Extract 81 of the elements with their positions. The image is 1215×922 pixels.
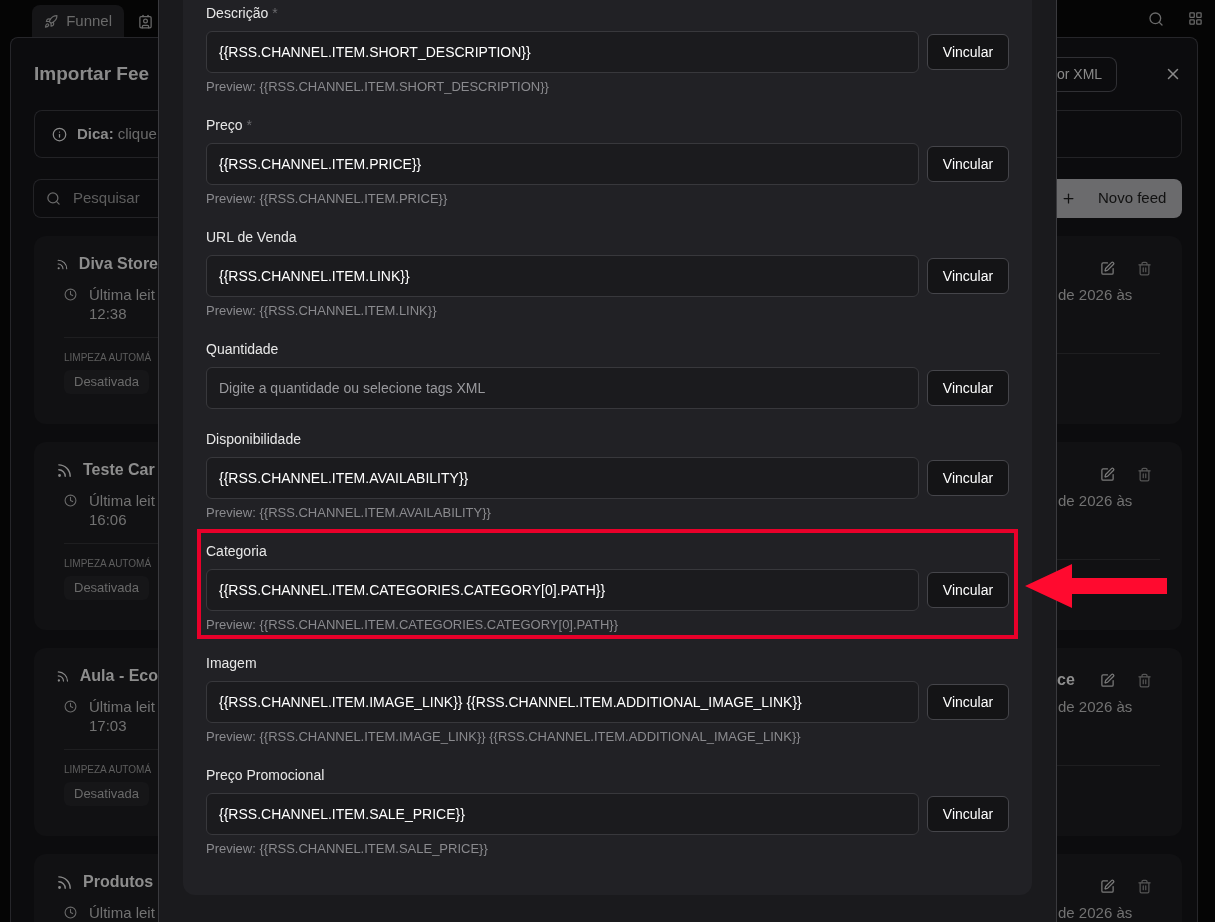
new-feed-button[interactable]: Novo feed <box>1057 179 1182 218</box>
mapping-input[interactable]: {{RSS.CHANNEL.ITEM.AVAILABILITY}} <box>206 457 919 499</box>
last-read-time: 12:38 <box>89 304 128 323</box>
feed-title: Teste Car <box>83 460 155 480</box>
plus-icon <box>1061 191 1076 206</box>
preview-text: Preview: {{RSS.CHANNEL.ITEM.PRICE}} <box>206 190 449 207</box>
field-label: Imagem <box>206 653 257 673</box>
last-read-date: de 2026 às <box>1057 491 1134 511</box>
feed-icon <box>56 873 73 891</box>
mapping-input[interactable]: {{RSS.CHANNEL.ITEM.IMAGE_LINK}} {{RSS.CHANNEL.ITEM.ADDITIONAL_IMAGE_LINK}} <box>206 681 919 723</box>
preview-text: Preview: {{RSS.CHANNEL.ITEM.AVAILABILITY}} <box>206 504 492 521</box>
field-label: URL de Venda <box>206 227 297 247</box>
preview-text: Preview: {{RSS.CHANNEL.ITEM.IMAGE_LINK}} {{RSS.CHANNEL.ITEM.ADDITIONAL_IMAGE_LINK}} <box>206 728 802 745</box>
feed-icon <box>56 461 73 479</box>
clock-icon <box>64 906 77 919</box>
last-read-text: Última leit <box>89 697 155 716</box>
required-marker: * <box>272 3 278 23</box>
clock-icon <box>64 700 77 713</box>
edit-icon[interactable] <box>1100 878 1115 894</box>
search-icon <box>46 191 61 206</box>
preview-text: Preview: {{RSS.CHANNEL.ITEM.CATEGORIES.CATEGORY[0].PATH}} <box>206 616 619 633</box>
mapping-input[interactable]: {{RSS.CHANNEL.ITEM.SHORT_DESCRIPTION}} <box>206 31 919 73</box>
field-label: Preço Promocional <box>206 765 325 785</box>
field-label: Categoria <box>206 541 267 561</box>
cleanup-label: LIMPEZA AUTOMÁ <box>64 556 153 571</box>
link-button[interactable]: Vincular <box>927 370 1009 406</box>
xml-button[interactable]: or XML <box>1057 56 1117 92</box>
last-read-time: 17:03 <box>89 716 128 735</box>
link-button[interactable]: Vincular <box>927 572 1009 608</box>
search-icon[interactable] <box>1148 10 1164 27</box>
mapping-input[interactable]: {{RSS.CHANNEL.ITEM.PRICE}} <box>206 143 919 185</box>
feed-title: Produtos <box>83 872 154 892</box>
delete-icon[interactable] <box>1137 672 1152 688</box>
last-read-time: 16:06 <box>89 510 128 529</box>
clock-icon <box>64 288 77 301</box>
preview-text: Preview: {{RSS.CHANNEL.ITEM.SALE_PRICE}} <box>206 840 489 857</box>
field-label: Disponibilidade <box>206 429 301 449</box>
link-button[interactable]: Vincular <box>927 258 1009 294</box>
cleanup-status: Desativada <box>64 782 150 806</box>
apps-icon[interactable] <box>1188 11 1203 26</box>
mapping-input[interactable]: {{RSS.CHANNEL.ITEM.CATEGORIES.CATEGORY[0].PATH}} <box>206 569 919 611</box>
tip-text: clique <box>117 123 157 144</box>
cleanup-label: LIMPEZA AUTOMÁ <box>64 350 153 365</box>
field-label: Descrição <box>206 3 269 23</box>
last-read-text: Última leit <box>89 491 155 510</box>
link-button[interactable]: Vincular <box>927 146 1009 182</box>
preview-text: Preview: {{RSS.CHANNEL.ITEM.LINK}} <box>206 302 438 319</box>
last-read-date: de 2026 às <box>1057 903 1134 922</box>
clock-icon <box>64 494 77 507</box>
tip-label: Dica: <box>77 123 114 144</box>
mapping-input[interactable]: {{RSS.CHANNEL.ITEM.LINK}} <box>206 255 919 297</box>
preview-text: Preview: {{RSS.CHANNEL.ITEM.SHORT_DESCRIPTION}} <box>206 78 550 95</box>
feed-title: ce <box>1057 670 1075 690</box>
feed-title: Aula - Eco <box>79 666 158 686</box>
delete-icon[interactable] <box>1137 878 1152 894</box>
link-button[interactable]: Vincular <box>927 460 1009 496</box>
delete-icon[interactable] <box>1137 260 1152 276</box>
contact-icon[interactable] <box>138 14 153 29</box>
edit-icon[interactable] <box>1100 466 1115 482</box>
last-read-text: Última leit <box>89 903 155 922</box>
field-label: Preço <box>206 115 243 135</box>
edit-icon[interactable] <box>1100 260 1115 276</box>
cleanup-status: Desativada <box>64 370 150 394</box>
link-button[interactable]: Vincular <box>927 796 1009 832</box>
rocket-icon <box>44 13 59 29</box>
field-label: Quantidade <box>206 339 279 359</box>
required-marker: * <box>246 115 253 135</box>
info-icon <box>52 126 67 142</box>
last-read-text: Última leit <box>89 285 155 304</box>
link-button[interactable]: Vincular <box>927 34 1009 70</box>
last-read-date: de 2026 às <box>1057 697 1134 717</box>
edit-icon[interactable] <box>1100 672 1115 688</box>
link-button[interactable]: Vincular <box>927 684 1009 720</box>
mapping-input[interactable]: {{RSS.CHANNEL.ITEM.SALE_PRICE}} <box>206 793 919 835</box>
cleanup-label: LIMPEZA AUTOMÁ <box>64 762 153 777</box>
mapping-input[interactable]: Digite a quantidade ou selecione tags XML <box>206 367 919 409</box>
last-read-date: de 2026 às <box>1057 285 1134 305</box>
panel-title: Importar Fee <box>34 61 150 86</box>
delete-icon[interactable] <box>1137 466 1152 482</box>
feed-title: Diva Store <box>78 254 158 274</box>
cleanup-status: Desativada <box>64 576 150 600</box>
